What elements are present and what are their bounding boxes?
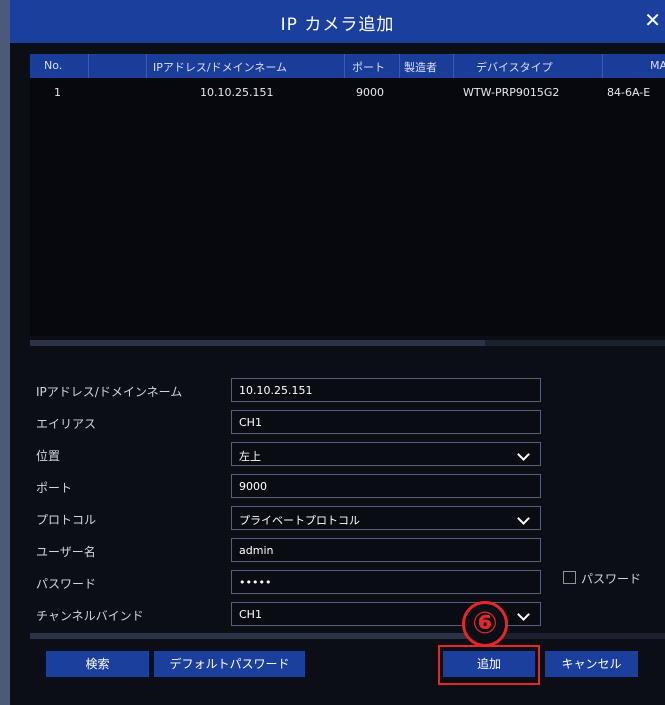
channel-bind-label: チャンネルバインド: [36, 609, 144, 623]
device-table-body: 1 10.10.25.151 9000 WTW-PRP9015G2 84-6A-…: [30, 78, 665, 336]
password-input[interactable]: •••••: [231, 570, 541, 594]
position-select[interactable]: 左上: [231, 442, 541, 466]
background-window-edge: [0, 0, 10, 705]
add-button-highlight: [438, 645, 540, 685]
search-button[interactable]: 検索: [46, 651, 149, 677]
ip-address-label: IPアドレス/ドメインネーム: [36, 385, 183, 399]
cell-no: 1: [54, 86, 61, 99]
protocol-label: プロトコル: [36, 513, 97, 527]
column-divider: [88, 54, 89, 78]
ip-address-value: 10.10.25.151: [239, 384, 313, 397]
column-header-port[interactable]: ポート: [352, 59, 385, 75]
dialog-titlebar: IP カメラ追加 ✕: [10, 0, 665, 43]
column-divider: [344, 54, 345, 78]
column-header-mac[interactable]: MAC: [650, 59, 665, 72]
username-label: ユーザー名: [36, 545, 96, 559]
dialog-title: IP カメラ追加: [280, 15, 395, 35]
table-horizontal-scrollbar[interactable]: [30, 340, 665, 346]
port-value: 9000: [239, 480, 267, 493]
alias-label: エイリアス: [36, 417, 97, 431]
port-input[interactable]: 9000: [231, 474, 541, 498]
chevron-down-icon: [517, 608, 530, 621]
device-table-header: No. IPアドレス/ドメインネーム ポート 製造者 デバイスタイプ MAC: [30, 54, 665, 78]
column-header-device-type[interactable]: デバイスタイプ: [476, 59, 553, 75]
username-input[interactable]: admin: [231, 538, 541, 562]
column-header-manufacturer[interactable]: 製造者: [404, 59, 437, 75]
port-label: ポート: [36, 481, 73, 495]
ip-address-input[interactable]: 10.10.25.151: [231, 378, 541, 402]
chevron-down-icon: [517, 448, 530, 461]
alias-value: CH1: [239, 416, 262, 429]
protocol-select[interactable]: プライベートプロトコル: [231, 506, 541, 530]
ip-camera-add-dialog: IP カメラ追加 ✕ No. IPアドレス/ドメインネーム ポート 製造者 デバ…: [10, 0, 665, 705]
divider-thumb: [30, 633, 490, 639]
protocol-value: プライベートプロトコル: [239, 514, 360, 527]
cell-port: 9000: [356, 86, 384, 99]
default-password-button[interactable]: デフォルトパスワード: [154, 651, 305, 677]
cell-device-type: WTW-PRP9015G2: [463, 86, 560, 99]
channel-bind-value: CH1: [239, 608, 262, 621]
column-header-ip[interactable]: IPアドレス/ドメインネーム: [153, 59, 287, 75]
column-divider: [146, 54, 147, 78]
position-label: 位置: [36, 449, 61, 463]
position-value: 左上: [239, 450, 261, 463]
cancel-button[interactable]: キャンセル: [545, 651, 638, 677]
scrollbar-thumb[interactable]: [30, 340, 485, 346]
close-icon[interactable]: ✕: [644, 8, 661, 32]
chevron-down-icon: [517, 512, 530, 525]
password-value: •••••: [239, 576, 272, 589]
cell-ip: 10.10.25.151: [200, 86, 274, 99]
show-password-checkbox[interactable]: [563, 571, 576, 584]
alias-input[interactable]: CH1: [231, 410, 541, 434]
column-header-no[interactable]: No.: [44, 59, 62, 72]
column-divider: [602, 54, 603, 78]
column-divider: [453, 54, 454, 78]
cell-mac: 84-6A-E: [607, 86, 651, 99]
password-label: パスワード: [36, 577, 97, 591]
footer-divider: [30, 633, 665, 639]
username-value: admin: [239, 544, 274, 557]
step-number-marker: ⑥: [462, 601, 508, 647]
column-divider: [399, 54, 400, 78]
show-password-label[interactable]: パスワード: [581, 570, 641, 587]
